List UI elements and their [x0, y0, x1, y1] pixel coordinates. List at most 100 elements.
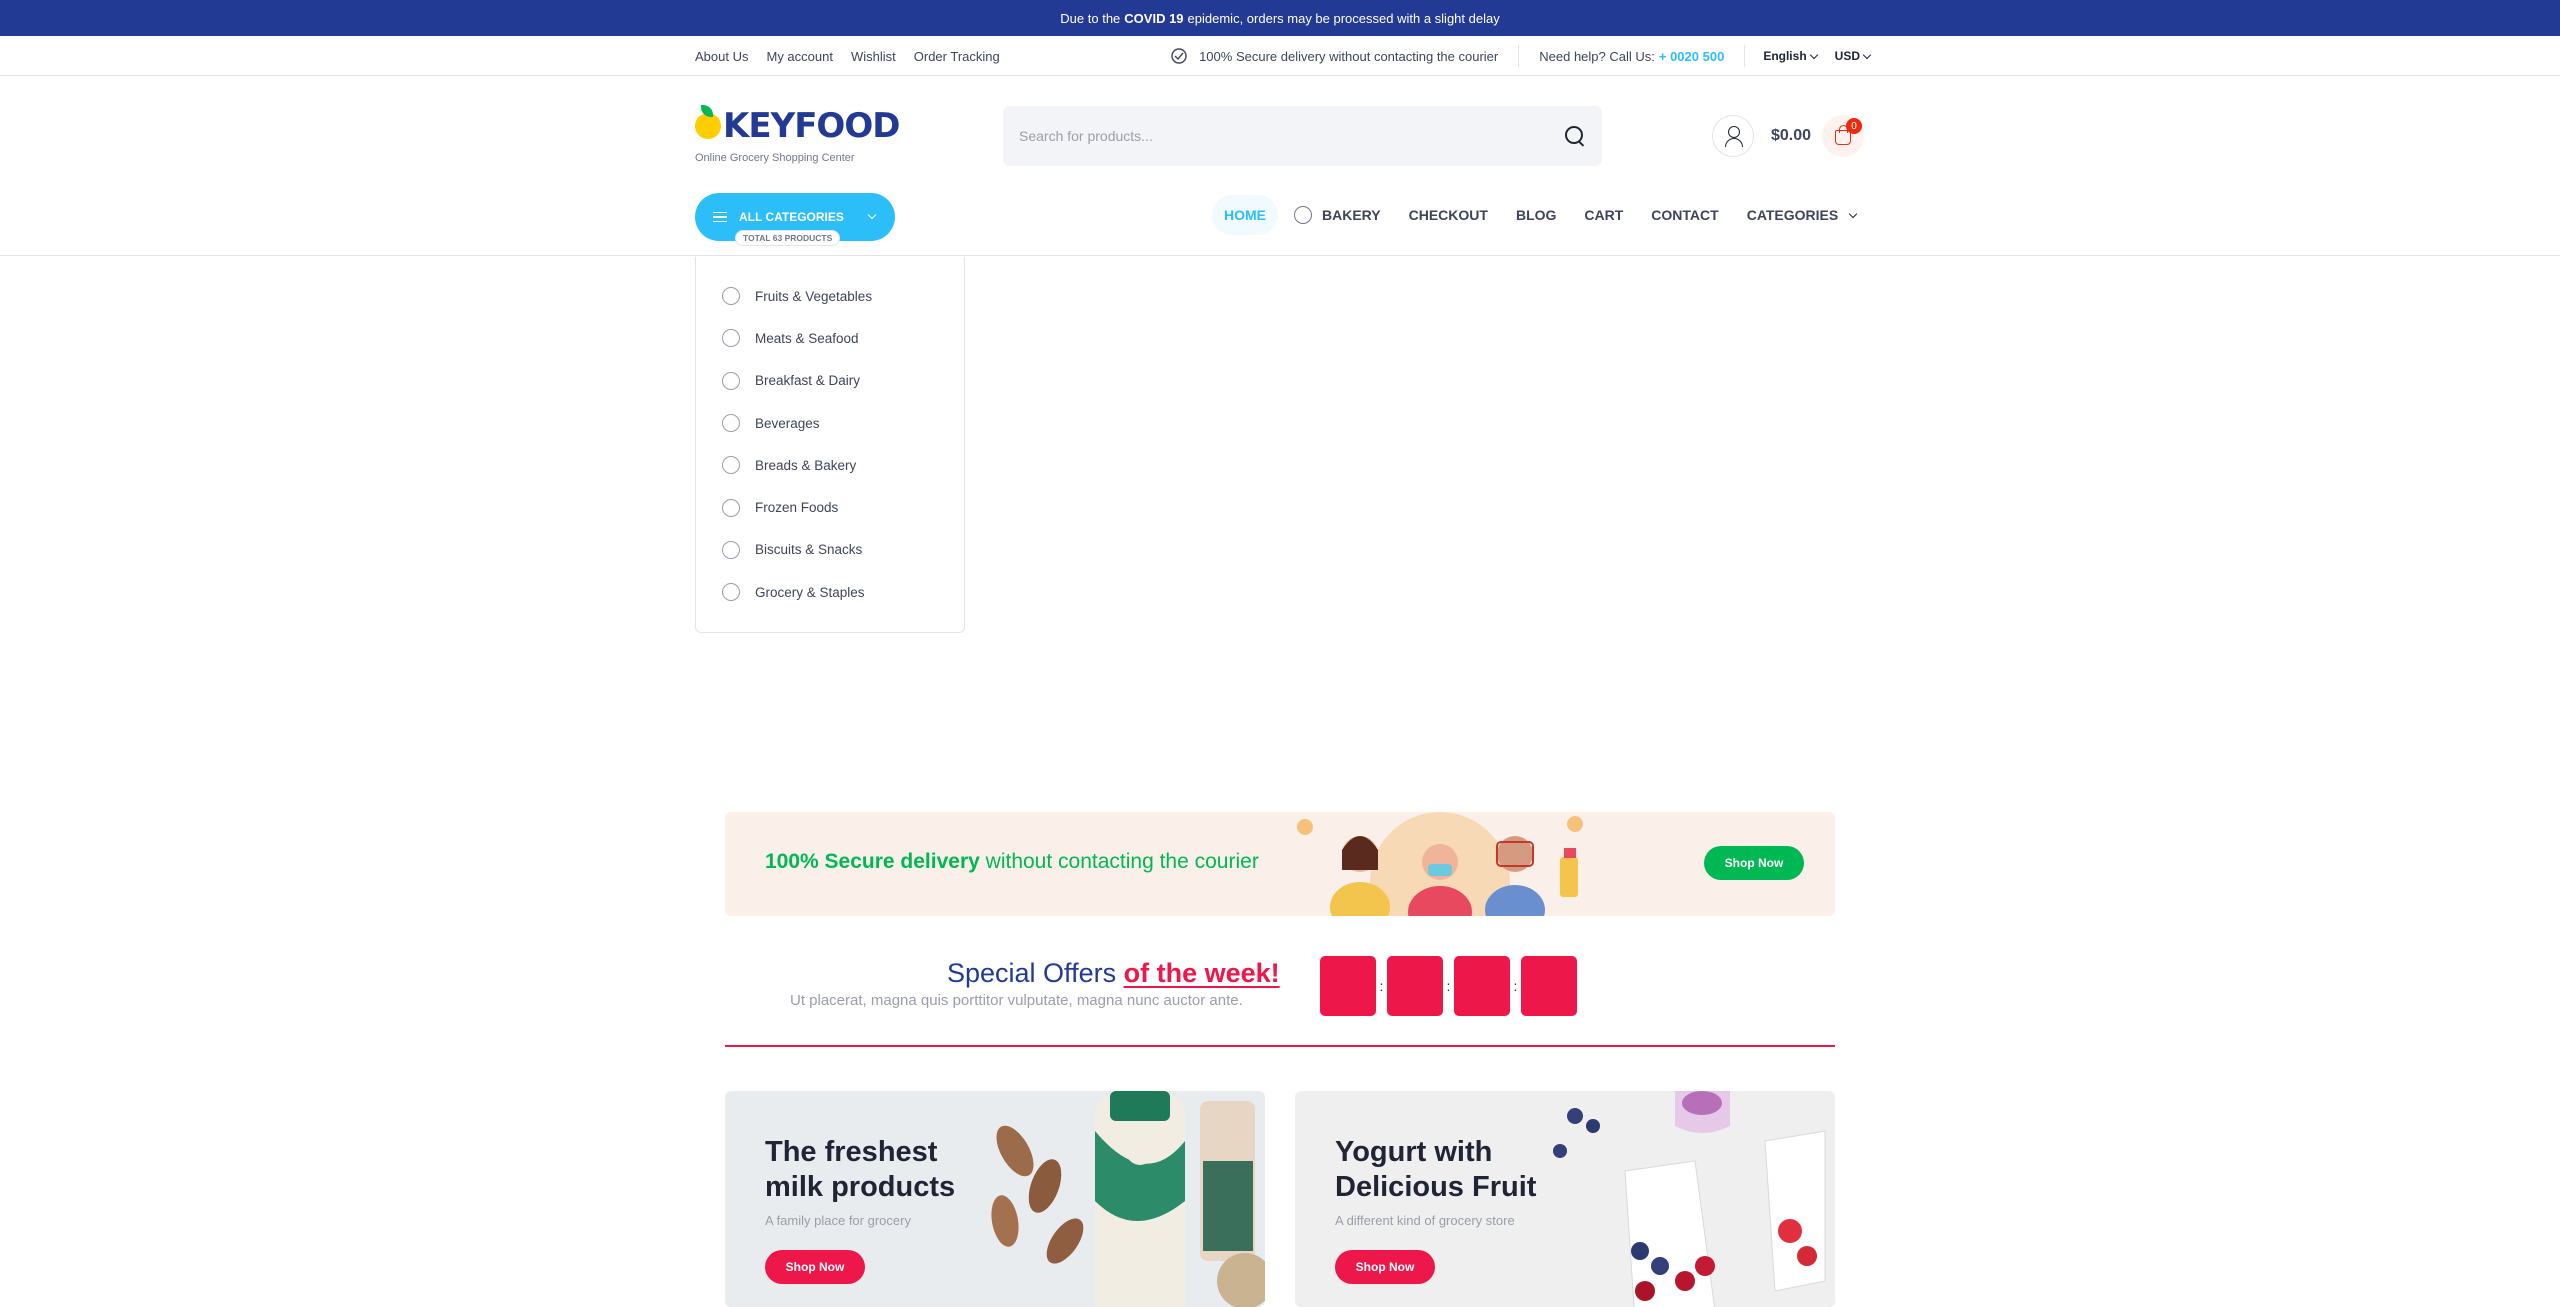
- nav-home-label: HOME: [1224, 207, 1266, 223]
- logo-text: KEYFOOD: [723, 106, 900, 146]
- phone-number[interactable]: + 0020 500: [1659, 49, 1724, 64]
- my-account-link[interactable]: My account: [766, 49, 832, 64]
- category-item-fruits-vegetables[interactable]: Fruits & Vegetables: [696, 275, 964, 317]
- chevron-down-icon: [1809, 50, 1818, 59]
- yogurt-shop-now-button[interactable]: Shop Now: [1335, 1250, 1435, 1284]
- milk-shop-now-button[interactable]: Shop Now: [765, 1250, 865, 1284]
- promo-card-subtitle: A family place for grocery: [765, 1213, 911, 1228]
- logo-tagline: Online Grocery Shopping Center: [695, 152, 855, 164]
- category-label: Meats & Seafood: [755, 330, 859, 346]
- announcement-post: epidemic, orders may be processed with a…: [1187, 10, 1500, 26]
- category-item-grocery-staples[interactable]: Grocery & Staples: [696, 571, 964, 613]
- secure-delivery-note: 100% Secure delivery without contacting …: [1169, 45, 1520, 67]
- promo-card-subtitle: A different kind of grocery store: [1335, 1213, 1515, 1228]
- countdown-minutes-box: [1454, 956, 1510, 1016]
- chevron-down-icon: [867, 210, 877, 220]
- top-right-info: 100% Secure delivery without contacting …: [1169, 45, 1872, 67]
- help-line: Need help? Call Us: + 0020 500: [1519, 45, 1746, 67]
- secure-delivery-text: 100% Secure delivery without contacting …: [1199, 48, 1499, 64]
- special-offers-title: Special Offers of the week!: [947, 958, 1280, 989]
- nav-contact[interactable]: CONTACT: [1639, 195, 1730, 235]
- grocery-icon: [722, 583, 740, 602]
- chevron-down-icon: [1848, 209, 1858, 218]
- egg-icon: [722, 371, 740, 390]
- search-bar: [1003, 106, 1602, 166]
- category-label: Frozen Foods: [755, 500, 839, 516]
- announcement-bar: Due to the COVID 19 epidemic, orders may…: [0, 0, 2560, 36]
- language-select[interactable]: English: [1763, 49, 1818, 63]
- cart-total[interactable]: $0.00: [1771, 127, 1811, 145]
- offers-title-highlight: of the week!: [1123, 958, 1280, 988]
- snowflake-icon: [722, 498, 740, 517]
- about-us-link[interactable]: About Us: [695, 49, 748, 64]
- nav-cart[interactable]: CART: [1572, 195, 1635, 235]
- site-header: KEYFOOD Online Grocery Shopping Center $…: [0, 76, 2560, 256]
- category-item-breakfast-dairy[interactable]: Breakfast & Dairy: [696, 360, 964, 402]
- cart-count-badge: 0: [1846, 118, 1862, 134]
- category-item-frozen-foods[interactable]: Frozen Foods: [696, 486, 964, 528]
- category-label: Breads & Bakery: [755, 457, 857, 473]
- nav-categories-label: CATEGORIES: [1746, 207, 1839, 223]
- candy-icon: [722, 540, 740, 559]
- countdown-seconds-box: [1521, 956, 1577, 1016]
- bread-icon: [722, 456, 740, 475]
- nav-blog[interactable]: BLOG: [1504, 195, 1568, 235]
- logo-mark: KEYFOOD: [695, 105, 900, 146]
- category-label: Grocery & Staples: [755, 584, 865, 600]
- category-item-breads-bakery[interactable]: Breads & Bakery: [696, 444, 964, 486]
- top-links-bar: About Us My account Wishlist Order Track…: [0, 36, 2560, 76]
- secure-shop-now-button[interactable]: Shop Now: [1704, 846, 1804, 880]
- offer-countdown: : : :: [1320, 956, 1577, 1016]
- wishlist-link[interactable]: Wishlist: [851, 49, 896, 64]
- yogurt-products-image: [1553, 1091, 1826, 1307]
- pineapple-logo-icon: [695, 105, 721, 139]
- nav-bakery[interactable]: BAKERY: [1282, 195, 1393, 235]
- help-text: Need help? Call Us:: [1539, 48, 1655, 64]
- category-label: Fruits & Vegetables: [755, 288, 873, 304]
- menu-icon: [713, 212, 727, 222]
- countdown-separator: :: [1379, 978, 1384, 994]
- search-input[interactable]: [1019, 128, 1564, 144]
- secure-delivery-banner: 100% Secure delivery without contacting …: [725, 812, 1835, 916]
- meat-icon: [722, 329, 740, 348]
- main-nav: HOME BAKERY CHECKOUT BLOG CART CONTACT C…: [1212, 195, 1868, 235]
- countdown-separator: :: [1513, 978, 1518, 994]
- category-dropdown-panel: Fruits & Vegetables Meats & Seafood Brea…: [695, 257, 965, 633]
- countdown-separator: :: [1446, 978, 1451, 994]
- language-value: English: [1763, 49, 1807, 63]
- countdown-hours-box: [1387, 956, 1443, 1016]
- category-label: Beverages: [755, 415, 820, 431]
- masked-people-illustration: [1297, 812, 1583, 916]
- category-label: Biscuits & Snacks: [755, 542, 863, 558]
- announcement-pre: Due to the: [1060, 10, 1121, 26]
- order-tracking-link[interactable]: Order Tracking: [914, 49, 1000, 64]
- promo-card-yogurt: Yogurt with Delicious Fruit A different …: [1295, 1091, 1835, 1307]
- nav-cart-label: CART: [1584, 207, 1624, 223]
- nav-checkout[interactable]: CHECKOUT: [1397, 195, 1500, 235]
- currency-value: USD: [1834, 49, 1860, 63]
- secure-banner-strong: 100% Secure delivery: [765, 850, 980, 873]
- delivery-icon: [1171, 48, 1187, 64]
- all-categories-label: ALL CATEGORIES: [739, 210, 844, 224]
- promo-card-title: The freshest milk products: [765, 1136, 956, 1203]
- nav-categories[interactable]: CATEGORIES: [1735, 195, 1869, 235]
- promo-card-title: Yogurt with Delicious Fruit: [1335, 1136, 1537, 1203]
- top-links: About Us My account Wishlist Order Track…: [695, 49, 1000, 64]
- category-item-biscuits-snacks[interactable]: Biscuits & Snacks: [696, 529, 964, 571]
- category-label: Breakfast & Dairy: [755, 373, 861, 389]
- cup-icon: [722, 414, 740, 433]
- nav-checkout-label: CHECKOUT: [1408, 207, 1488, 223]
- category-item-beverages[interactable]: Beverages: [696, 402, 964, 444]
- offers-divider: [725, 1045, 1835, 1047]
- category-item-meats-seafood[interactable]: Meats & Seafood: [696, 317, 964, 359]
- account-icon[interactable]: [1712, 115, 1754, 157]
- currency-select[interactable]: USD: [1834, 49, 1872, 63]
- nav-bakery-label: BAKERY: [1322, 207, 1381, 223]
- nav-contact-label: CONTACT: [1651, 207, 1719, 223]
- total-products-badge: TOTAL 63 PRODUCTS: [735, 230, 841, 246]
- nav-home[interactable]: HOME: [1212, 195, 1278, 235]
- site-logo[interactable]: KEYFOOD Online Grocery Shopping Center: [695, 105, 900, 164]
- search-icon[interactable]: [1564, 125, 1586, 147]
- apple-icon: [722, 287, 740, 306]
- special-offers-subtitle: Ut placerat, magna quis porttitor vulput…: [790, 992, 1243, 1009]
